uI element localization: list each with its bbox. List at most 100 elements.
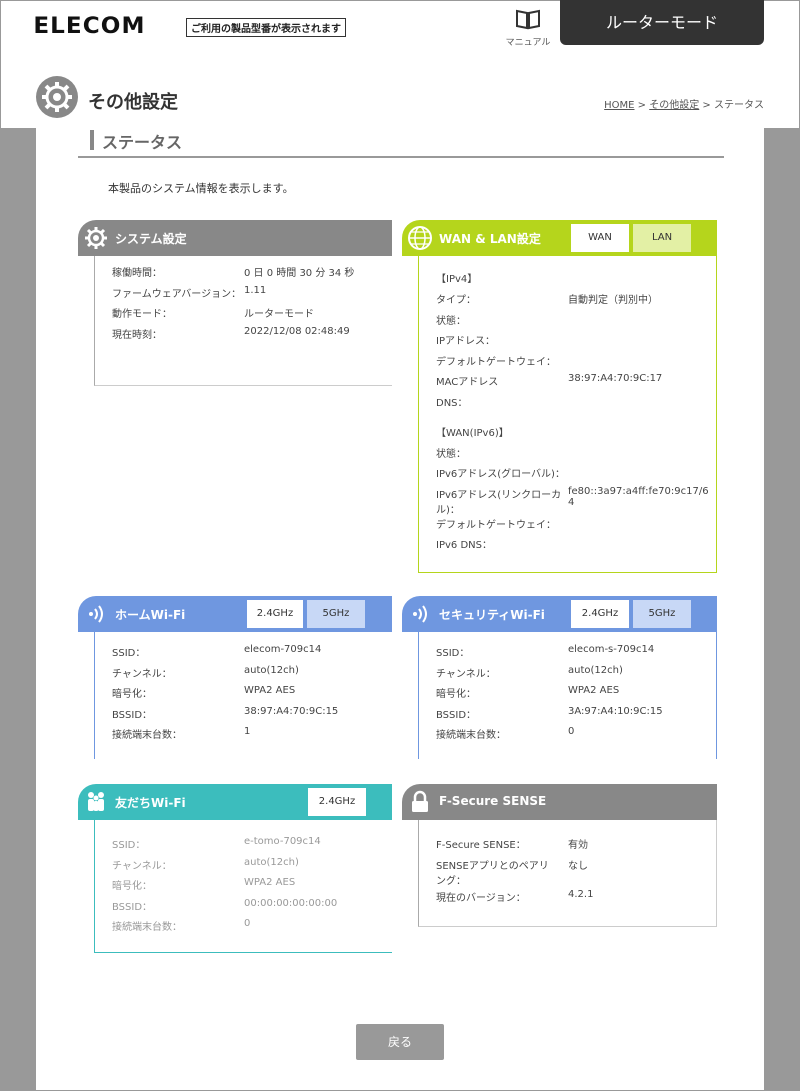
info-value: なし	[568, 860, 588, 872]
info-key: IPアドレス：	[436, 336, 495, 347]
info-key: 接続端末台数：	[112, 730, 182, 741]
info-value: ルーターモード	[244, 309, 314, 320]
info-key: チャンネル：	[436, 668, 496, 680]
info-row: デフォルトゲートウェイ：	[419, 353, 716, 374]
info-value: 0	[568, 726, 575, 737]
fsecure-body: F-Secure SENSE： 有効 SENSEアプリとのペアリング： なし 現在の…	[418, 820, 717, 927]
gear-icon	[83, 225, 109, 251]
info-key: BSSID：	[112, 901, 153, 913]
page-title: その他設定	[88, 92, 178, 113]
tab-wan[interactable]: WAN	[571, 224, 629, 252]
info-row: F-Secure SENSE： 有効	[419, 836, 716, 857]
breadcrumb: HOME > その他設定 > ステータス	[604, 96, 764, 111]
fsecure-title: F-Secure SENSE	[439, 794, 547, 808]
friend-wifi-panel: 友だちWi-Fi 2.4GHz SSID： e-tomo-709c14 チャンネル…	[78, 784, 392, 953]
info-row: 接続端末台数： 0	[95, 918, 392, 939]
tab-lan[interactable]: LAN	[633, 224, 691, 252]
info-row: SSID： elecom-s-709c14	[419, 644, 716, 665]
breadcrumb-current: ステータス	[714, 100, 764, 111]
left-gutter	[0, 128, 36, 1091]
info-value: 自動判定（判別中）	[568, 295, 658, 306]
tab-5ghz[interactable]: 5GHz	[633, 600, 691, 628]
section-title-text: ステータス	[102, 133, 183, 152]
lock-icon	[407, 789, 433, 815]
info-value: elecom-s-709c14	[568, 644, 655, 655]
security-wifi-header: セキュリティWi-Fi 2.4GHz 5GHz	[402, 596, 717, 632]
info-value: e-tomo-709c14	[244, 836, 321, 847]
info-value: fe80::3a97:a4ff:fe70:9c17/64	[568, 485, 709, 508]
info-row: 接続端末台数： 0	[419, 726, 716, 747]
security-wifi-panel: セキュリティWi-Fi 2.4GHz 5GHz SSID： elecom-s-70…	[402, 596, 717, 759]
info-row: 現在のバージョン： 4.2.1	[419, 889, 716, 910]
info-key: IPv6アドレス(リンクローカル)：	[436, 489, 562, 516]
tab-2-4ghz[interactable]: 2.4GHz	[247, 600, 303, 628]
info-key: デフォルトゲートウェイ：	[436, 356, 556, 368]
tab-5ghz[interactable]: 5GHz	[307, 600, 365, 628]
info-value: WPA2 AES	[244, 877, 296, 888]
ipv4-header-text: 【IPv4】	[436, 274, 478, 285]
tab-2-4ghz[interactable]: 2.4GHz	[571, 600, 629, 628]
info-key: F-Secure SENSE：	[436, 840, 526, 851]
section-title: ステータス	[78, 126, 724, 158]
info-value: 38:97:A4:70:9C:15	[244, 705, 339, 717]
info-key: タイプ：	[436, 295, 476, 306]
info-row: IPv6アドレス(リンクローカル)： fe80::3a97:a4ff:fe70:9…	[419, 486, 716, 516]
info-value: elecom-709c14	[244, 644, 322, 655]
info-row: 接続端末台数： 1	[95, 726, 392, 747]
info-key: 暗号化：	[112, 881, 152, 892]
info-value: 1	[244, 726, 251, 737]
info-row: BSSID： 38:97:A4:70:9C:15	[95, 706, 392, 727]
info-value: 3A:97:A4:10:9C:15	[568, 705, 663, 717]
friend-wifi-title: 友だちWi-Fi	[115, 796, 186, 810]
breadcrumb-home[interactable]: HOME	[604, 100, 634, 111]
info-row: BSSID： 3A:97:A4:10:9C:15	[419, 706, 716, 727]
home-wifi-panel: ホームWi-Fi 2.4GHz 5GHz SSID： elecom-709c14 …	[78, 596, 392, 759]
info-value: WPA2 AES	[568, 685, 620, 696]
info-row: IPv6アドレス(グローバル)：	[419, 465, 716, 486]
info-row: MACアドレス 38:97:A4:70:9C:17	[419, 373, 716, 394]
home-wifi-title: ホームWi-Fi	[115, 608, 186, 622]
intro-text: 本製品のシステム情報を表示します。	[108, 182, 294, 195]
info-key: 状態：	[436, 448, 466, 460]
info-key: 暗号化：	[436, 689, 476, 700]
ipv6-header-text: 【WAN(IPv6)】	[436, 428, 509, 439]
manual-label: マニュアル	[505, 38, 551, 48]
info-value: 2022/12/08 02:48:49	[244, 325, 350, 337]
book-icon	[516, 9, 540, 30]
info-row: SSID： e-tomo-709c14	[95, 836, 392, 857]
info-row: 現在時刻： 2022/12/08 02:48:49	[95, 326, 392, 347]
router-mode-tab[interactable]: ルーターモード	[560, 0, 764, 45]
globe-icon	[407, 225, 433, 251]
info-row: DNS：	[419, 394, 716, 415]
info-row: 動作モード： ルーターモード	[95, 305, 392, 326]
home-wifi-header: ホームWi-Fi 2.4GHz 5GHz	[78, 596, 392, 632]
info-value: 4.2.1	[568, 888, 594, 900]
tab-2-4ghz[interactable]: 2.4GHz	[308, 788, 366, 816]
manual-link[interactable]: マニュアル	[503, 8, 553, 49]
info-key: SSID：	[112, 840, 146, 851]
info-row: タイプ： 自動判定（判別中）	[419, 291, 716, 312]
breadcrumb-parent[interactable]: その他設定	[649, 100, 699, 111]
info-key: チャンネル：	[112, 860, 172, 872]
security-wifi-title: セキュリティWi-Fi	[439, 608, 545, 622]
info-row: チャンネル： auto(12ch)	[95, 665, 392, 686]
wan-lan-body: 【IPv4】 タイプ： 自動判定（判別中） 状態： IPアドレス： デフォルトゲー…	[418, 256, 717, 573]
info-key: 現在のバージョン：	[436, 892, 526, 904]
wifi-signal-icon	[83, 601, 109, 627]
info-key: SENSEアプリとのペアリング：	[436, 860, 549, 887]
friend-wifi-header: 友だちWi-Fi 2.4GHz	[78, 784, 392, 820]
back-button[interactable]: 戻る	[356, 1024, 444, 1060]
elecom-logo: ELECOM	[33, 14, 146, 39]
info-row: 暗号化： WPA2 AES	[419, 685, 716, 706]
info-key: IPv6 DNS：	[436, 540, 492, 551]
info-row: 暗号化： WPA2 AES	[95, 685, 392, 706]
info-value: 1.11	[244, 284, 267, 296]
info-row: チャンネル： auto(12ch)	[419, 665, 716, 686]
fsecure-header: F-Secure SENSE	[402, 784, 717, 820]
model-notice: ご利用の製品型番が表示されます	[186, 18, 346, 37]
info-key: ファームウェアバージョン：	[112, 288, 242, 300]
info-row: 稼働時間： 0 日 0 時間 30 分 34 秒	[95, 264, 392, 285]
info-value: 38:97:A4:70:9C:17	[568, 373, 663, 384]
home-wifi-body: SSID： elecom-709c14 チャンネル： auto(12ch) 暗号化：…	[94, 632, 392, 759]
info-key: BSSID：	[112, 709, 153, 721]
